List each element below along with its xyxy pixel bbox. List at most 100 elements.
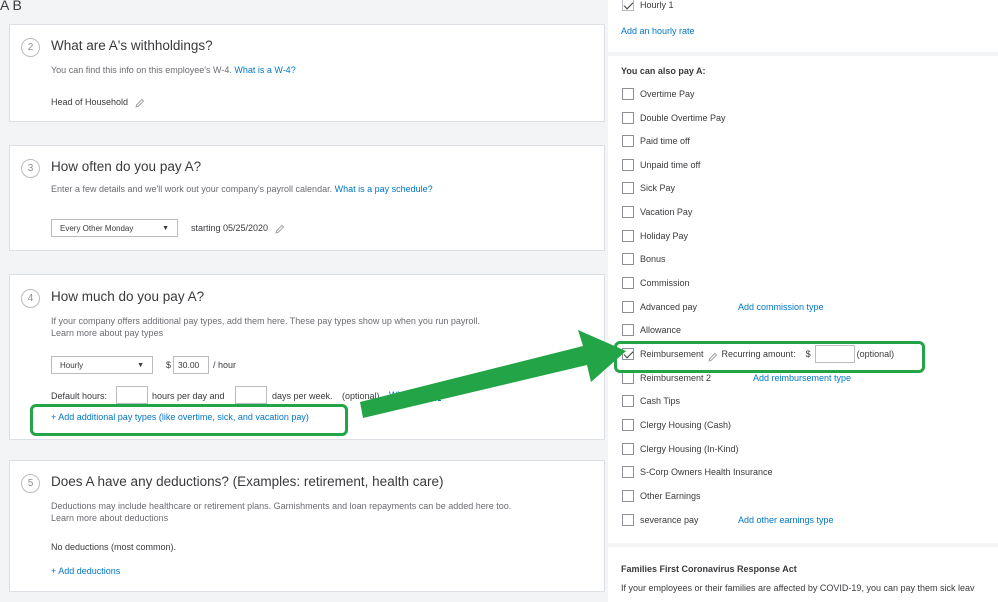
pay-type-row[interactable]: Cash Tips — [622, 394, 680, 408]
checkbox[interactable] — [622, 277, 634, 289]
checkbox[interactable] — [622, 135, 634, 147]
days-per-week-input[interactable] — [235, 386, 267, 404]
pay-type-row[interactable]: Advanced pay — [622, 300, 697, 314]
caret-down-icon: ▼ — [137, 361, 144, 369]
add-commission-type-link[interactable]: Add commission type — [738, 302, 824, 312]
checkbox-label: Cash Tips — [640, 396, 681, 406]
pay-type-row[interactable]: Clergy Housing (In-Kind) — [622, 442, 739, 456]
hourly-checkbox-row[interactable]: Hourly 1 — [622, 0, 674, 12]
employee-name: A B — [0, 0, 22, 13]
step-number: 4 — [21, 289, 40, 308]
deductions-card: 5 Does A have any deductions? (Examples:… — [9, 460, 605, 592]
checkbox-label: Reimbursement 2 — [640, 373, 712, 383]
optional-label: (optional) — [342, 391, 380, 401]
checkbox[interactable] — [622, 324, 634, 336]
pay-type-select[interactable]: Hourly ▼ — [51, 356, 153, 374]
checkbox-label: Overtime Pay — [640, 89, 695, 99]
rate-unit: / hour — [213, 360, 237, 370]
pay-type-row[interactable]: severance pay — [622, 513, 699, 527]
days-per-week-label: days per week. — [272, 391, 333, 401]
card-title: What are A's withholdings? — [51, 38, 213, 53]
add-deductions-link[interactable]: + Add deductions — [51, 566, 120, 576]
checkbox-label: Commission — [640, 278, 690, 288]
checkbox-label: Allowance — [640, 325, 682, 335]
pay-type-row[interactable]: Other Earnings — [622, 489, 701, 503]
checkbox[interactable] — [622, 466, 634, 478]
checkbox[interactable] — [622, 372, 634, 384]
checkbox-label: Clergy Housing (In-Kind) — [640, 444, 739, 454]
pay-frequency-value: Every Other Monday — [60, 223, 134, 233]
card-title: How often do you pay A? — [51, 159, 202, 174]
card-title: How much do you pay A? — [51, 289, 205, 304]
pay-type-row[interactable]: Reimbursement 2 — [622, 371, 711, 385]
filing-status-value: Head of Household — [51, 97, 129, 107]
checkbox[interactable] — [622, 206, 634, 218]
pay-type-row[interactable]: Sick Pay — [622, 181, 675, 195]
subtitle-text: You can find this info on this employee'… — [51, 65, 232, 75]
checkbox-label: Other Earnings — [640, 491, 701, 501]
checkbox[interactable] — [622, 230, 634, 242]
pay-type-row[interactable]: Unpaid time off — [622, 158, 700, 172]
pay-type-row[interactable]: Holiday Pay — [622, 229, 688, 243]
checkbox[interactable] — [622, 182, 634, 194]
pay-rate-input[interactable]: 30.00 — [173, 356, 209, 374]
add-reimbursement-type-link[interactable]: Add reimbursement type — [753, 373, 851, 383]
checkbox[interactable] — [622, 301, 634, 313]
withholdings-card: 2 What are A's withholdings? You can fin… — [9, 24, 605, 122]
card-subtitle: You can find this info on this employee'… — [51, 65, 296, 75]
deductions-status: No deductions (most common). — [51, 542, 177, 552]
default-hours-label: Default hours: — [51, 391, 108, 401]
pay-type-value: Hourly — [60, 360, 84, 370]
card-subtitle: If your company offers additional pay ty… — [51, 316, 480, 326]
checkbox[interactable] — [622, 490, 634, 502]
pay-type-row[interactable]: Paid time off — [622, 134, 690, 148]
ffcra-text: If your employees or their families are … — [621, 583, 975, 593]
checkbox[interactable] — [622, 159, 634, 171]
checkbox[interactable] — [622, 395, 634, 407]
highlight-reimbursement — [614, 341, 925, 373]
pay-rate-value: 30.00 — [178, 360, 200, 370]
learn-pay-types-link[interactable]: Learn more about pay types — [51, 328, 163, 338]
divider — [608, 52, 998, 56]
checkbox[interactable] — [622, 514, 634, 526]
what-is-pay-schedule-link[interactable]: What is a pay schedule? — [335, 184, 433, 194]
pencil-icon[interactable] — [275, 224, 285, 234]
checkbox[interactable] — [622, 253, 634, 265]
step-number: 5 — [21, 474, 40, 493]
add-hourly-rate-link[interactable]: Add an hourly rate — [621, 26, 695, 36]
filing-status[interactable]: Head of Household — [51, 97, 145, 108]
start-date[interactable]: starting 05/25/2020 — [191, 223, 285, 234]
checkbox[interactable] — [622, 0, 634, 11]
what-are-default-hours-link[interactable]: What are def — [389, 390, 441, 401]
pay-type-row[interactable]: Clergy Housing (Cash) — [622, 418, 731, 432]
checkbox-label: Bonus — [640, 254, 666, 264]
checkbox[interactable] — [622, 88, 634, 100]
pay-type-row[interactable]: Vacation Pay — [622, 205, 692, 219]
caret-down-icon: ▼ — [162, 224, 169, 232]
checkbox[interactable] — [622, 112, 634, 124]
step-number: 3 — [21, 159, 40, 178]
checkbox-label: Paid time off — [640, 136, 690, 146]
pay-type-row[interactable]: Overtime Pay — [622, 87, 695, 101]
add-other-earnings-type-link[interactable]: Add other earnings type — [738, 515, 834, 525]
pay-type-row[interactable]: Double Overtime Pay — [622, 111, 726, 125]
pay-frequency-select[interactable]: Every Other Monday ▼ — [51, 219, 178, 237]
pencil-icon[interactable] — [135, 98, 145, 108]
divider — [608, 543, 998, 547]
checkbox-label: Advanced pay — [640, 302, 698, 312]
checkbox-label: Holiday Pay — [640, 231, 689, 241]
highlight-add-pay-types — [30, 404, 348, 436]
checkbox-label: Clergy Housing (Cash) — [640, 420, 732, 430]
pay-type-row[interactable]: Commission — [622, 276, 690, 290]
hours-per-day-input[interactable] — [116, 386, 148, 404]
pay-types-panel: Hourly 1 Add an hourly rate You can also… — [608, 0, 998, 602]
pay-type-row[interactable]: S-Corp Owners Health Insurance — [622, 465, 773, 479]
what-is-w4-link[interactable]: What is a W-4? — [234, 65, 295, 75]
pay-type-row[interactable]: Bonus — [622, 252, 666, 266]
pay-type-row[interactable]: Allowance — [622, 323, 681, 337]
learn-deductions-link[interactable]: Learn more about deductions — [51, 513, 168, 523]
hours-per-day-label: hours per day and — [152, 391, 225, 401]
checkbox[interactable] — [622, 443, 634, 455]
checkbox[interactable] — [622, 419, 634, 431]
card-title: Does A have any deductions? (Examples: r… — [51, 474, 444, 489]
